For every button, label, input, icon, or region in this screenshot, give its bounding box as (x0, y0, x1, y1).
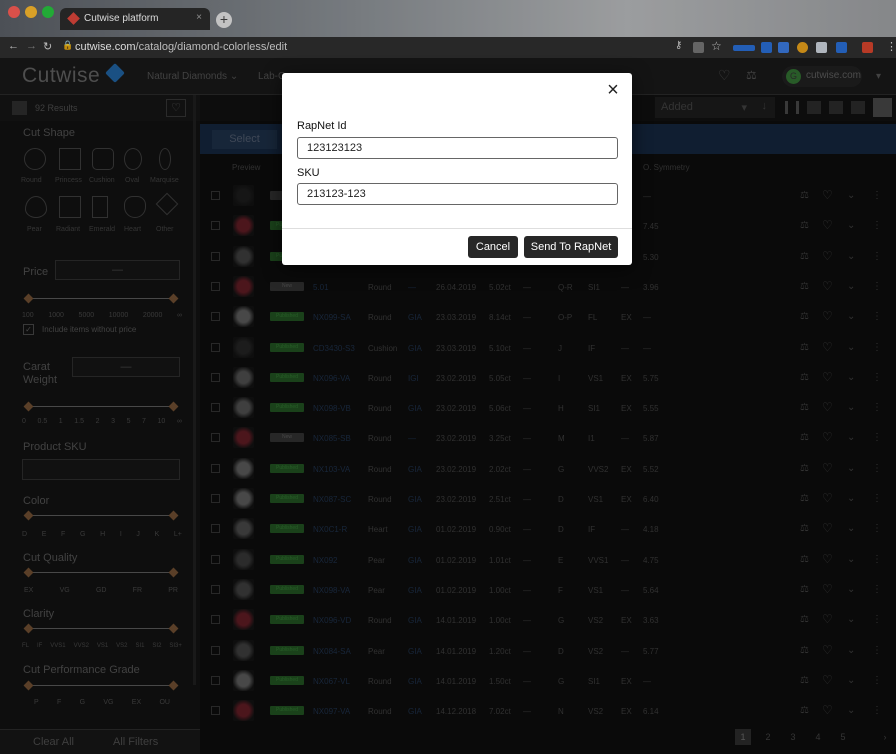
send-to-rapnet-button[interactable]: Send To RapNet (524, 236, 618, 258)
modal-divider (282, 228, 632, 229)
cancel-button[interactable]: Cancel (468, 236, 518, 258)
sku-input[interactable] (297, 183, 618, 205)
send-to-rapnet-dialog: × RapNet Id SKU Cancel Send To RapNet (282, 73, 632, 265)
rapnet-id-label: RapNet Id (297, 120, 347, 132)
sku-label: SKU (297, 167, 320, 179)
rapnet-id-input[interactable] (297, 137, 618, 159)
close-icon[interactable]: × (603, 80, 623, 100)
